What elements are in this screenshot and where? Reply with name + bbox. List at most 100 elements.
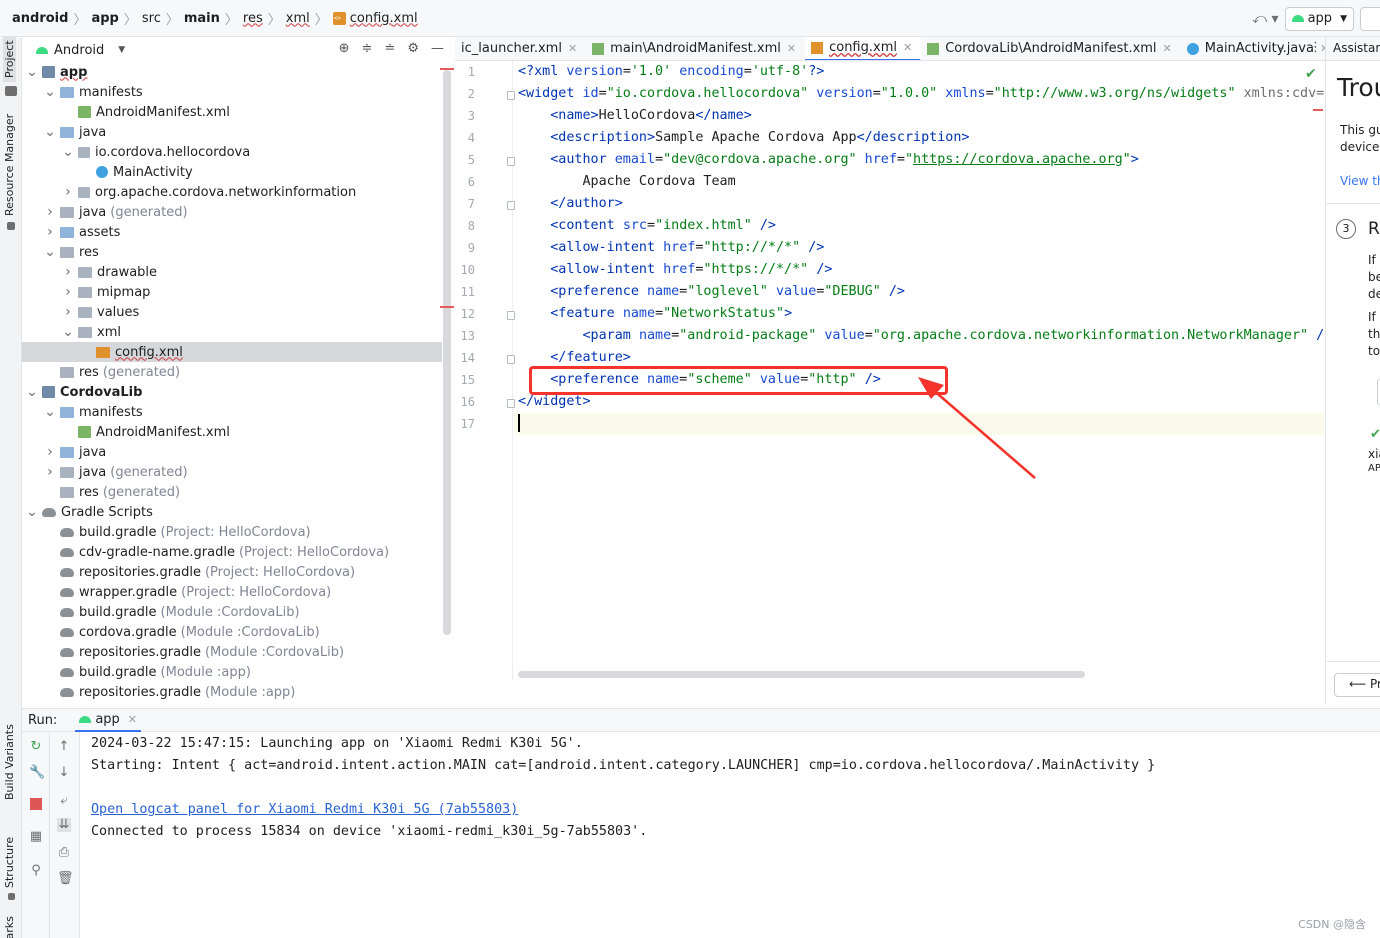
chevron-down-icon[interactable]: ⌄	[44, 244, 56, 260]
tree-item[interactable]: › java (generated)	[22, 462, 442, 482]
tree-item[interactable]: › mipmap	[22, 282, 442, 302]
breadcrumb-item[interactable]: src	[142, 11, 161, 26]
run-console[interactable]: 2024-03-22 15:47:15: Launching app on 'X…	[80, 732, 1380, 938]
breadcrumb-item[interactable]: android	[12, 11, 68, 26]
chevron-down-icon[interactable]: ⌄	[26, 64, 38, 80]
chevron-down-icon[interactable]: ⌄	[44, 84, 56, 100]
tree-item[interactable]: MainActivity	[22, 162, 442, 182]
close-icon[interactable]: ✕	[568, 42, 577, 55]
assistant-previous-button[interactable]: ⟵ Pr	[1334, 673, 1380, 697]
gear-icon[interactable]: ⚙	[407, 41, 419, 56]
breadcrumb-item[interactable]: main	[184, 11, 220, 26]
editor-tab[interactable]: MainActivity.java✕	[1181, 37, 1325, 60]
build-variants-tool-button[interactable]: Build Variants	[3, 724, 16, 800]
stop-icon[interactable]	[30, 798, 42, 810]
tree-item[interactable]: ⌄ res	[22, 242, 442, 262]
arrow-down-icon[interactable]: ↓	[57, 766, 71, 780]
chevron-down-icon[interactable]: ⌄	[26, 504, 38, 520]
tree-item[interactable]: repositories.gradle (Project: HelloCordov…	[22, 562, 442, 582]
project-tool-button[interactable]: Project	[3, 36, 16, 82]
tree-item[interactable]: cdv-gradle-name.gradle (Project: HelloCor…	[22, 542, 442, 562]
editor-tab[interactable]: ic_launcher.xml ✕	[455, 37, 586, 60]
breadcrumb-item[interactable]: xml	[286, 11, 310, 26]
editor-horizontal-scrollbar[interactable]	[518, 671, 1085, 678]
chevron-right-icon[interactable]: ›	[44, 444, 56, 460]
chevron-right-icon[interactable]: ›	[44, 464, 56, 480]
device-selector-button[interactable]	[1360, 6, 1380, 31]
chevron-down-icon[interactable]: ⌄	[26, 384, 38, 400]
hammer-back-icon[interactable]: ⤺ ▾	[1252, 11, 1278, 27]
tree-item[interactable]: ⌄ CordovaLib	[22, 382, 442, 402]
arrow-up-icon[interactable]: ↑	[57, 740, 71, 754]
assistant-link[interactable]: View th	[1340, 174, 1380, 188]
tree-item[interactable]: build.gradle (Module :app)	[22, 662, 442, 682]
inspection-ok-icon[interactable]: ✔	[1305, 66, 1317, 82]
chevron-down-icon[interactable]: ⌄	[44, 124, 56, 140]
print-icon[interactable]: ⎙	[57, 846, 71, 860]
chevron-right-icon[interactable]: ›	[44, 204, 56, 220]
tree-item[interactable]: › assets	[22, 222, 442, 242]
editor-tab[interactable]: main\AndroidManifest.xml ✕	[586, 37, 805, 60]
tree-item[interactable]: › values	[22, 302, 442, 322]
tree-item[interactable]: ⌄ io.cordova.hellocordova	[22, 142, 442, 162]
breadcrumb-item[interactable]: config.xml	[350, 11, 418, 26]
assistant-panel-header[interactable]: Assistant	[1325, 37, 1380, 61]
close-icon[interactable]: ✕	[787, 42, 796, 55]
tree-item[interactable]: ⌄ Gradle Scripts	[22, 502, 442, 522]
collapse-all-icon[interactable]: ≐	[384, 41, 395, 56]
tree-item[interactable]: res (generated)	[22, 482, 442, 502]
close-icon[interactable]: ✕	[903, 41, 912, 54]
locate-file-icon[interactable]: ⊕	[339, 41, 350, 56]
tree-item[interactable]: › org.apache.cordova.networkinformation	[22, 182, 442, 202]
rerun-icon[interactable]: ↻	[29, 740, 43, 754]
resource-manager-tool-button[interactable]: Resource Manager	[3, 114, 16, 216]
chevron-right-icon[interactable]: ›	[44, 224, 56, 240]
bookmarks-tool-button[interactable]: ookmarks	[3, 916, 16, 938]
tree-item[interactable]: ⌄ manifests	[22, 402, 442, 422]
chevron-down-icon[interactable]: ⌄	[1277, 40, 1286, 53]
scroll-to-end-icon[interactable]: ⇊	[57, 818, 71, 832]
tree-item[interactable]: ⌄ manifests	[22, 82, 442, 102]
tree-item[interactable]: ⌄ app	[22, 62, 442, 82]
tree-item[interactable]: › java	[22, 442, 442, 462]
logcat-link[interactable]: Open logcat panel for Xiaomi Redmi K30i …	[91, 802, 518, 817]
tree-scrollbar[interactable]	[443, 70, 451, 635]
tree-item[interactable]: config.xml	[22, 342, 442, 362]
tree-item[interactable]: ⌄ java	[22, 122, 442, 142]
expand-all-icon[interactable]: ≑	[362, 41, 373, 56]
chevron-down-icon[interactable]: ⌄	[62, 324, 74, 340]
chevron-down-icon[interactable]: ⌄	[62, 144, 74, 160]
chevron-right-icon[interactable]: ›	[62, 184, 74, 200]
tree-item[interactable]: res (generated)	[22, 362, 442, 382]
editor-tab[interactable]: CordovaLib\AndroidManifest.xml ✕	[921, 37, 1181, 60]
tree-item[interactable]: ⌄ xml	[22, 322, 442, 342]
tree-item[interactable]: repositories.gradle (Module :app)	[22, 682, 442, 702]
tree-item[interactable]: › drawable	[22, 262, 442, 282]
editor-tab[interactable]: config.xml ✕	[805, 37, 922, 60]
layout-icon[interactable]: ▦	[29, 830, 43, 844]
close-icon[interactable]: ✕	[1163, 42, 1172, 55]
tree-item[interactable]: cordova.gradle (Module :CordovaLib)	[22, 622, 442, 642]
run-tab-app[interactable]: app ✕	[75, 709, 142, 732]
tree-item[interactable]: wrapper.gradle (Project: HelloCordova)	[22, 582, 442, 602]
tree-item[interactable]: AndroidManifest.xml	[22, 422, 442, 442]
soft-wrap-icon[interactable]: ⤶	[57, 794, 71, 808]
hide-panel-icon[interactable]: —	[431, 41, 444, 56]
more-options-icon[interactable]: ⋮	[1309, 40, 1322, 55]
chevron-right-icon[interactable]: ›	[62, 264, 74, 280]
breadcrumb-item[interactable]: app	[91, 11, 118, 26]
pin-icon[interactable]: ⚲	[29, 864, 43, 878]
tree-item[interactable]: AndroidManifest.xml	[22, 102, 442, 122]
run-configuration-selector[interactable]: app ▼	[1284, 6, 1354, 31]
tree-item[interactable]: build.gradle (Project: HelloCordova)	[22, 522, 442, 542]
structure-tool-button[interactable]: Structure	[3, 837, 16, 888]
breadcrumb-item[interactable]: res	[243, 11, 263, 26]
chevron-right-icon[interactable]: ›	[62, 304, 74, 320]
tree-item[interactable]: › java (generated)	[22, 202, 442, 222]
project-view-selector[interactable]: Android ▼	[22, 43, 125, 58]
chevron-down-icon[interactable]: ⌄	[44, 404, 56, 420]
tree-item[interactable]: repositories.gradle (Module :CordovaLib)	[22, 642, 442, 662]
trash-icon[interactable]: 🗑	[57, 872, 74, 886]
tree-item[interactable]: build.gradle (Module :CordovaLib)	[22, 602, 442, 622]
close-icon[interactable]: ✕	[128, 713, 137, 726]
